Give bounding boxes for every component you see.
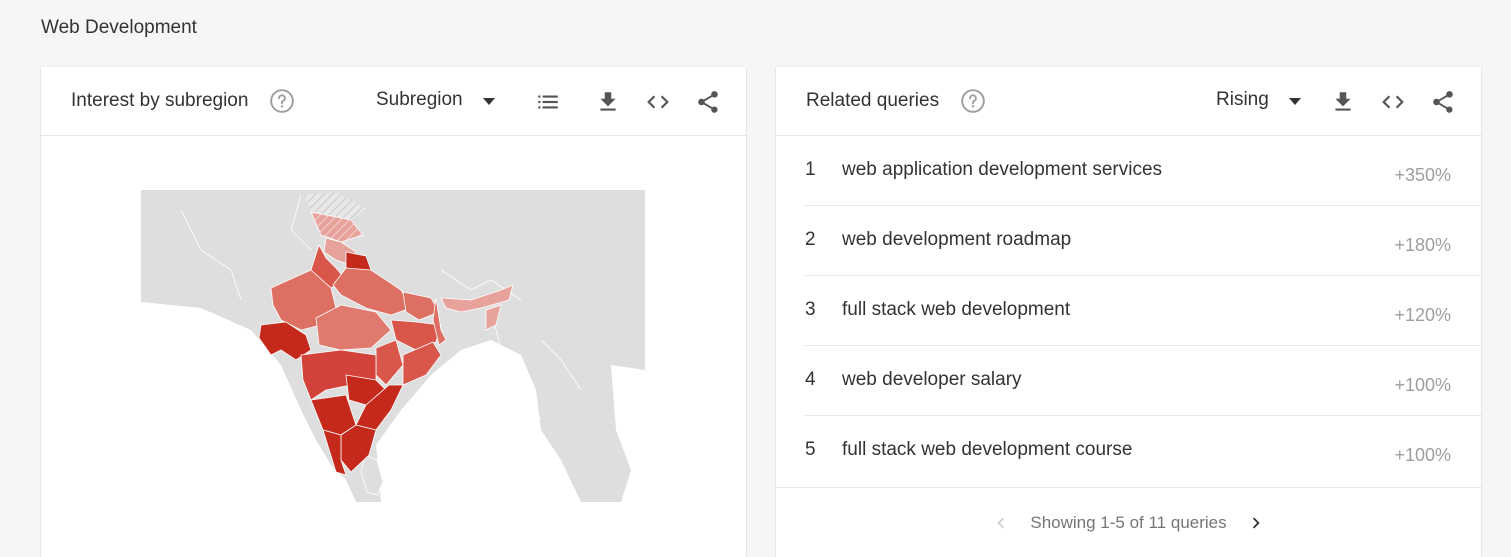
download-icon[interactable] — [1330, 89, 1356, 115]
query-row[interactable]: 3 full stack web development +120% — [805, 276, 1481, 346]
query-rank: 2 — [805, 229, 816, 250]
card-title: Interest by subregion — [71, 90, 249, 111]
caret-down-icon — [482, 97, 495, 105]
card-title: Related queries — [806, 90, 940, 111]
query-value: +350% — [1394, 165, 1451, 185]
query-value: +180% — [1394, 235, 1451, 255]
query-rank: 1 — [805, 159, 816, 180]
query-row[interactable]: 4 web developer salary +100% — [805, 346, 1481, 416]
related-queries-card: Related queries Rising 1 web application… — [776, 67, 1481, 557]
help-circle-icon[interactable] — [269, 88, 295, 114]
divider — [776, 487, 1481, 488]
query-text[interactable]: web application development services — [842, 159, 1162, 181]
pagination: Showing 1-5 of 11 queries — [776, 512, 1481, 534]
download-icon[interactable] — [595, 89, 621, 115]
query-rank: 5 — [805, 439, 816, 460]
query-row[interactable]: 2 web development roadmap +180% — [805, 206, 1481, 276]
query-row[interactable]: 5 full stack web development course +100… — [805, 416, 1481, 486]
pagination-text: Showing 1-5 of 11 queries — [1030, 513, 1227, 532]
query-value: +100% — [1394, 445, 1451, 465]
caret-down-icon — [1288, 97, 1301, 105]
query-text[interactable]: full stack web development course — [842, 439, 1132, 461]
dropdown-value: Rising — [1216, 89, 1269, 110]
query-rank: 4 — [805, 369, 816, 390]
query-text[interactable]: web development roadmap — [842, 229, 1071, 251]
subregion-map[interactable] — [141, 190, 645, 502]
rising-top-dropdown[interactable]: Rising — [1216, 89, 1301, 111]
list-icon[interactable] — [535, 89, 561, 115]
embed-code-icon[interactable] — [645, 89, 671, 115]
query-list: 1 web application development services +… — [805, 136, 1481, 486]
query-text[interactable]: full stack web development — [842, 299, 1070, 321]
card-header: Interest by subregion Subregion — [41, 67, 746, 136]
query-value: +100% — [1394, 375, 1451, 395]
query-row[interactable]: 1 web application development services +… — [805, 136, 1481, 206]
share-icon[interactable] — [695, 89, 721, 115]
resolution-dropdown[interactable]: Subregion — [376, 89, 495, 111]
dropdown-value: Subregion — [376, 89, 463, 110]
query-value: +120% — [1394, 305, 1451, 325]
card-header: Related queries Rising — [776, 67, 1481, 136]
share-icon[interactable] — [1430, 89, 1456, 115]
help-circle-icon[interactable] — [960, 88, 986, 114]
chevron-right-icon[interactable] — [1245, 512, 1267, 534]
page-title: Web Development — [41, 17, 197, 38]
interest-by-subregion-card: Interest by subregion Subregion — [41, 67, 746, 557]
query-text[interactable]: web developer salary — [842, 369, 1022, 391]
embed-code-icon[interactable] — [1380, 89, 1406, 115]
query-rank: 3 — [805, 299, 816, 320]
chevron-left-icon[interactable] — [990, 512, 1012, 534]
